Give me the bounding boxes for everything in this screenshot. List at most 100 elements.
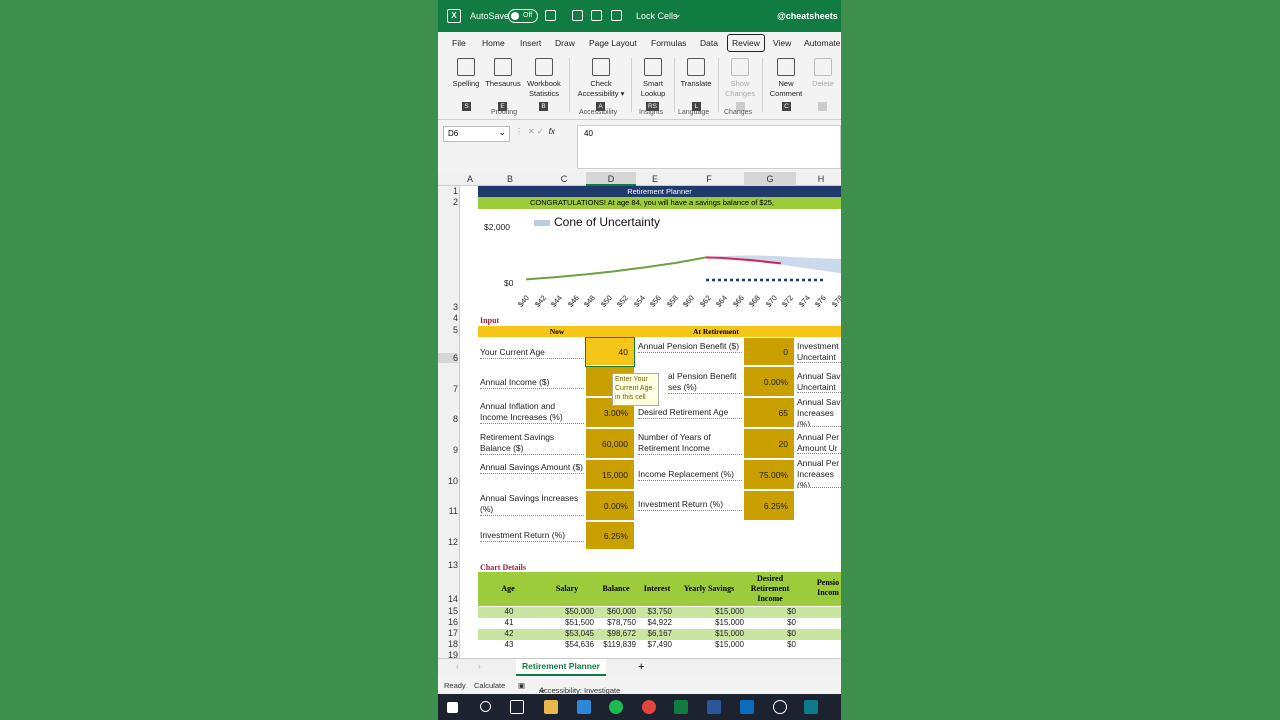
table-cell[interactable]: $78,750 — [594, 618, 636, 627]
delete-comment-button[interactable]: Delete — [808, 58, 838, 89]
row-header[interactable]: 3 — [438, 302, 458, 312]
table-cell[interactable]: $15,000 — [674, 640, 744, 649]
fx-icon[interactable]: fx — [549, 127, 555, 136]
row-header[interactable]: 4 — [438, 313, 458, 323]
menu-file[interactable]: File — [452, 38, 466, 48]
row-header[interactable]: 11 — [438, 506, 458, 516]
row-header-selected[interactable]: 6 — [438, 353, 458, 363]
row-header[interactable]: 10 — [438, 476, 458, 486]
col-yearly-savings[interactable]: Yearly Savings — [674, 584, 744, 594]
menu-insert[interactable]: Insert — [520, 38, 541, 48]
header-extension[interactable] — [796, 326, 841, 337]
translate-button[interactable]: Translate — [678, 58, 714, 89]
table-cell[interactable]: $4,922 — [634, 618, 672, 627]
chrome-icon[interactable] — [642, 700, 656, 714]
table-cell[interactable]: 41 — [488, 618, 530, 627]
spotify-icon[interactable] — [609, 700, 623, 714]
at-retirement-header[interactable]: At Retirement — [636, 326, 796, 337]
row-header[interactable]: 18 — [438, 639, 458, 649]
row-header[interactable]: 2 — [438, 197, 458, 207]
table-cell[interactable]: 42 — [488, 629, 530, 638]
menu-draw[interactable]: Draw — [555, 38, 575, 48]
next-sheet-icon[interactable]: › — [478, 661, 481, 671]
column-header[interactable]: E — [636, 174, 674, 184]
word-icon[interactable] — [707, 700, 721, 714]
table-row[interactable]: 41 $51,500 $78,750 $4,922 $15,000 $0 — [478, 618, 841, 629]
column-header[interactable]: A — [462, 174, 478, 184]
congrats-banner[interactable]: CONGRATULATIONS! At age 84, you will hav… — [478, 197, 841, 209]
prev-sheet-icon[interactable]: ‹ — [456, 661, 459, 671]
savings-amount-cell[interactable]: 15,000 — [586, 460, 634, 490]
table-cell[interactable]: $53,045 — [542, 629, 594, 638]
column-header[interactable]: G — [744, 172, 796, 186]
col-age[interactable]: Age — [488, 584, 528, 594]
table-cell[interactable]: 43 — [488, 640, 530, 649]
table-cell[interactable]: $0 — [744, 618, 796, 627]
menu-review[interactable]: Review — [727, 34, 765, 52]
retire-return-cell[interactable]: 6.25% — [744, 491, 794, 521]
col-desired-income[interactable]: Desired Retirement Income — [744, 574, 796, 604]
row-header[interactable]: 14 — [438, 594, 458, 604]
autosave-toggle[interactable]: Off — [508, 9, 538, 23]
table-row[interactable]: 42 $53,045 $98,672 $6,167 $15,000 $0 — [478, 629, 841, 640]
name-box[interactable]: D6 — [443, 126, 510, 142]
table-cell[interactable]: $15,000 — [674, 618, 744, 627]
now-header[interactable]: Now — [478, 326, 636, 337]
sheet-tab-retirement-planner[interactable]: Retirement Planner — [516, 659, 606, 676]
table-cell[interactable]: $0 — [744, 640, 796, 649]
col-pension-income[interactable]: Pensio Incom — [812, 578, 841, 598]
table-cell[interactable]: $50,000 — [542, 607, 594, 616]
retirement-chart[interactable]: Cone of Uncertainty $2,000 $0 $40 $42 $44 $… — [478, 209, 841, 313]
menu-automate[interactable]: Automate — [804, 38, 840, 48]
years-income-cell[interactable]: 20 — [744, 429, 794, 459]
status-calculate[interactable]: Calculate — [474, 681, 505, 690]
table-cell[interactable]: $6,167 — [634, 629, 672, 638]
app-icon[interactable] — [804, 700, 818, 714]
pension-increases-cell[interactable]: 0.00% — [744, 367, 794, 397]
file-explorer-icon[interactable] — [544, 700, 558, 714]
menu-data[interactable]: Data — [700, 38, 718, 48]
row-header[interactable]: 8 — [438, 414, 458, 424]
menu-formulas[interactable]: Formulas — [651, 38, 686, 48]
spreadsheet-grid[interactable]: A B C D E F G H 1 2 3 4 5 6 7 8 9 10 11 … — [438, 172, 841, 658]
add-sheet-button[interactable]: + — [638, 661, 644, 673]
menu-home[interactable]: Home — [482, 38, 505, 48]
search-icon[interactable] — [480, 701, 491, 712]
row-header[interactable]: 16 — [438, 617, 458, 627]
column-header-selected[interactable]: D — [586, 172, 636, 186]
pension-benefit-cell[interactable]: 0 — [744, 338, 794, 366]
check-accessibility-button[interactable]: Check Accessibility ▾ — [574, 58, 628, 99]
column-header[interactable]: F — [674, 174, 744, 184]
save-icon[interactable] — [545, 10, 556, 21]
file-icon[interactable] — [611, 10, 622, 21]
savings-increases-cell[interactable]: 0.00% — [586, 491, 634, 521]
row-header[interactable]: 5 — [438, 325, 458, 335]
task-view-icon[interactable] — [510, 700, 524, 714]
row-header[interactable]: 15 — [438, 606, 458, 616]
table-cell[interactable]: 40 — [488, 607, 530, 616]
macro-icon[interactable]: ▣ — [518, 681, 525, 690]
column-header[interactable]: C — [542, 174, 586, 184]
savings-balance-cell[interactable]: 60,000 — [586, 429, 634, 459]
show-changes-button[interactable]: Show Changes — [722, 58, 758, 99]
table-cell[interactable]: $98,672 — [594, 629, 636, 638]
chevron-down-icon[interactable]: ⌄ — [674, 9, 682, 20]
table-cell[interactable]: $51,500 — [542, 618, 594, 627]
retirement-age-cell[interactable]: 65 — [744, 398, 794, 428]
table-cell[interactable]: $0 — [744, 607, 796, 616]
row-header[interactable]: 19 — [438, 650, 458, 658]
copy-icon[interactable] — [591, 10, 602, 21]
column-header[interactable]: B — [478, 174, 542, 184]
menu-view[interactable]: View — [773, 38, 791, 48]
income-replacement-cell[interactable]: 75.00% — [744, 460, 794, 490]
table-cell[interactable]: $54,636 — [542, 640, 594, 649]
current-age-cell[interactable]: 40 — [585, 337, 635, 367]
excel-taskbar-icon[interactable] — [674, 700, 688, 714]
table-cell[interactable]: $60,000 — [594, 607, 636, 616]
row-header[interactable]: 17 — [438, 628, 458, 638]
formula-input[interactable]: 40 — [577, 125, 841, 169]
row-header[interactable]: 13 — [438, 560, 458, 570]
row-header[interactable]: 9 — [438, 445, 458, 455]
file-name[interactable]: Lock Cells — [636, 11, 678, 21]
table-cell[interactable]: $15,000 — [674, 607, 744, 616]
